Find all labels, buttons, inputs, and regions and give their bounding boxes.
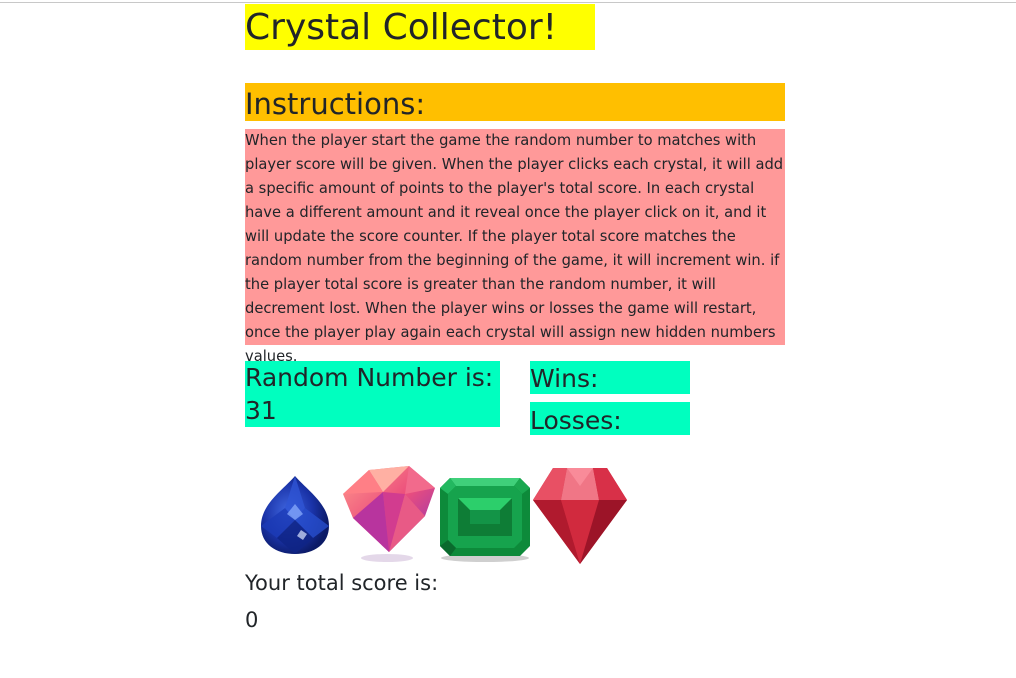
top-border [0, 2, 1016, 3]
instructions-heading: Instructions: [245, 83, 785, 121]
crystal-row [245, 462, 645, 572]
instructions-text: When the player start the game the rando… [245, 129, 785, 365]
random-number-value: 31 [245, 396, 277, 425]
total-score-label: Your total score is: [245, 571, 439, 595]
red-ruby-icon[interactable] [531, 466, 629, 566]
losses-label: Losses: [530, 406, 622, 435]
random-number-label: Random Number is: [245, 363, 494, 392]
losses-counter: Losses: [530, 402, 690, 435]
green-emerald-icon[interactable] [438, 476, 532, 562]
blue-crystal-icon[interactable] [257, 474, 333, 556]
wins-label: Wins: [530, 364, 599, 393]
total-score-value: 0 [245, 608, 259, 632]
wins-counter: Wins: [530, 361, 690, 394]
pink-diamond-icon[interactable] [339, 464, 437, 564]
random-number-panel: Random Number is: 31 [245, 361, 500, 427]
page-title: Crystal Collector! [245, 4, 595, 50]
